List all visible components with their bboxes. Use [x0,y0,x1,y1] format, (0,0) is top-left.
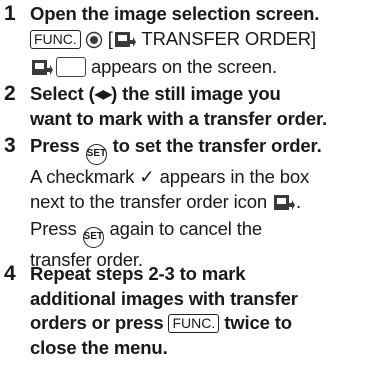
func-key: FUNC. [30,29,81,49]
text-part: again to cancel the [109,218,263,240]
step-body: Select (◀▶) the still image you want to … [30,82,378,131]
text-part: next to the transfer order icon [30,190,268,212]
step-body: Repeat steps 2-3 to mark additional imag… [30,262,378,360]
step-title-continued: close the menu. [30,336,168,358]
screen-note: appears on the screen. [91,56,277,78]
menu-item: TRANSFER ORDER] [136,27,316,49]
step-title: Open the image selection screen. [30,3,320,24]
control-dial-icon [85,31,103,56]
step-title: Repeat steps 2-3 to mark [30,263,246,284]
step-title-continued: want to mark with a transfer order. [30,107,327,129]
text-part: orders or press [30,312,164,334]
empty-checkbox-icon [56,57,86,78]
text-part: . [296,190,302,212]
instruction-line: Press SET again to cancel the [30,217,378,249]
step-body: Press SET to set the transfer order. A c… [30,134,378,273]
transfer-order-icon [31,58,53,83]
instruction-line: appears on the screen. [30,55,378,83]
step-title: Press SET to set the transfer order. [30,134,378,165]
left-right-arrows-icon: ◀▶ [94,87,112,101]
set-button-icon: SET [82,227,104,249]
step-number: 2 [4,82,16,105]
title-part: Press [30,135,80,156]
step-body: Open the image selection screen. FUNC. [ … [30,2,378,83]
set-button-icon: SET [85,144,107,165]
step-number: 3 [4,134,16,157]
text-part: twice to [224,312,292,334]
title-part: Select ( [30,83,95,104]
func-key: FUNC. [168,314,220,334]
step-number: 1 [4,2,16,25]
title-part: to set the transfer order. [112,135,322,156]
step-number: 4 [4,262,16,285]
step-title: Select (◀▶) the still image you [30,82,378,107]
step-title-continued: orders or press FUNC. twice to [30,311,378,336]
transfer-order-icon [114,30,136,55]
instruction-line: A checkmark ✓ appears in the box [30,166,310,187]
menu-bracket: [ [107,27,113,49]
instruction-line: FUNC. [ TRANSFER ORDER] [30,27,378,56]
text-part: Press [30,218,77,240]
instruction-line: next to the transfer order icon . [30,190,378,218]
title-part: ) the still image you [111,83,281,104]
transfer-order-icon [273,193,296,218]
step-title-continued: additional images with transfer [30,287,298,309]
